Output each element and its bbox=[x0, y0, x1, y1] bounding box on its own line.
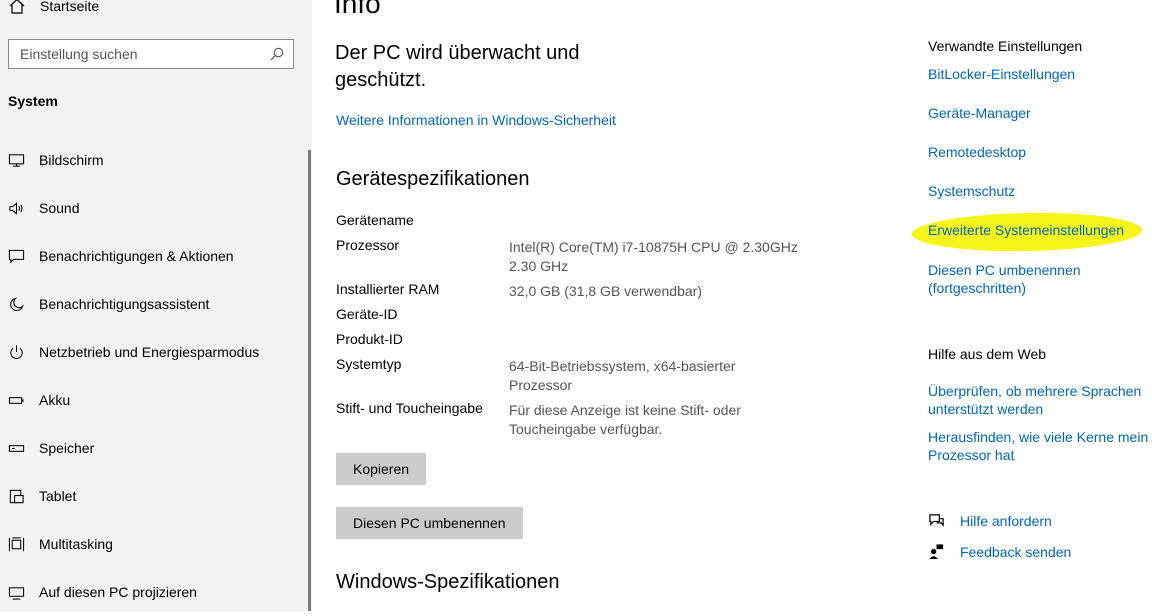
search-input[interactable] bbox=[9, 40, 269, 68]
sidebar-item-projizieren[interactable]: Auf diesen PC projizieren bbox=[0, 568, 310, 616]
feedback-link[interactable]: Feedback senden bbox=[960, 544, 1071, 560]
sidebar-item-label: Netzbetrieb und Energiesparmodus bbox=[39, 344, 260, 360]
sidebar-item-label: Auf diesen PC projizieren bbox=[39, 584, 197, 600]
settings-search-box[interactable] bbox=[8, 39, 294, 69]
sidebar-item-sound[interactable]: Sound bbox=[0, 184, 310, 232]
battery-icon bbox=[7, 391, 25, 409]
spec-value: 32,0 GB (31,8 GB verwendbar) bbox=[509, 283, 702, 299]
sidebar-item-tablet[interactable]: Tablet bbox=[0, 472, 310, 520]
spec-label: Installierter RAM bbox=[336, 281, 440, 297]
sidebar-item-benachrichtigungsassistent[interactable]: Benachrichtigungsassistent bbox=[0, 280, 310, 328]
speaker-icon bbox=[7, 199, 25, 217]
spec-label: Gerätename bbox=[336, 212, 414, 228]
sidebar-item-speicher[interactable]: Speicher bbox=[0, 424, 310, 472]
get-help-row[interactable]: Hilfe anfordern bbox=[928, 512, 1052, 529]
home-icon bbox=[9, 0, 25, 14]
sidebar-section-title: System bbox=[8, 93, 58, 109]
spec-label: Prozessor bbox=[336, 237, 400, 253]
multitasking-icon bbox=[7, 535, 25, 553]
web-help-heading: Hilfe aus dem Web bbox=[928, 346, 1047, 362]
spec-value: Für diese Anzeige ist keine Stift- oder … bbox=[509, 402, 741, 437]
monitor-icon bbox=[7, 151, 25, 169]
home-nav-item[interactable]: Startseite bbox=[8, 0, 99, 18]
windows-security-link[interactable]: Weitere Informationen in Windows-Sicherh… bbox=[336, 112, 616, 128]
rename-pc-advanced-link[interactable]: Diesen PC umbenennen (fortgeschritten) bbox=[928, 261, 1088, 297]
check-languages-link[interactable]: Überprüfen, ob mehrere Sprachen unterstü… bbox=[928, 382, 1148, 418]
sidebar: Startseite System Bildschirm Sound Benac… bbox=[0, 0, 312, 611]
home-label: Startseite bbox=[40, 0, 100, 14]
main-content: Info Der PC wird überwacht und geschützt… bbox=[312, 0, 892, 611]
rename-pc-button[interactable]: Diesen PC umbenennen bbox=[336, 507, 523, 539]
find-cores-link[interactable]: Herausfinden, wie viele Kerne mein Proze… bbox=[928, 428, 1152, 464]
sidebar-item-multitasking[interactable]: Multitasking bbox=[0, 520, 310, 568]
sidebar-item-benachrichtigungen[interactable]: Benachrichtigungen & Aktionen bbox=[0, 232, 310, 280]
bitlocker-settings-link[interactable]: BitLocker-Einstellungen bbox=[928, 65, 1150, 83]
help-chat-icon bbox=[929, 514, 944, 527]
page-title: Info bbox=[334, 0, 381, 19]
moon-icon bbox=[7, 295, 25, 313]
spec-value: Intel(R) Core(TM) i7-10875H CPU @ 2.30GH… bbox=[509, 239, 798, 274]
advanced-system-settings-link[interactable]: Erweiterte Systemeinstellungen bbox=[928, 221, 1150, 239]
sidebar-scrollbar[interactable] bbox=[308, 150, 311, 611]
spec-value: 64-Bit-Betriebssystem, x64-basierter Pro… bbox=[509, 358, 736, 393]
search-icon[interactable] bbox=[269, 46, 285, 62]
sidebar-item-akku[interactable]: Akku bbox=[0, 376, 310, 424]
project-icon bbox=[7, 583, 25, 601]
windows-specs-heading: Windows-Spezifikationen bbox=[336, 571, 560, 593]
related-settings-panel: Verwandte Einstellungen BitLocker-Einste… bbox=[911, 0, 1152, 611]
storage-icon bbox=[7, 439, 25, 457]
system-protection-link[interactable]: Systemschutz bbox=[928, 182, 1150, 200]
sidebar-item-bildschirm[interactable]: Bildschirm bbox=[0, 136, 310, 184]
spec-label: Geräte-ID bbox=[336, 306, 398, 322]
sidebar-item-label: Tablet bbox=[39, 488, 77, 504]
power-icon bbox=[7, 343, 25, 361]
sidebar-item-label: Sound bbox=[39, 200, 80, 216]
sidebar-nav-list: Bildschirm Sound Benachrichtigungen & Ak… bbox=[0, 136, 310, 616]
feedback-icon bbox=[929, 544, 944, 560]
protection-status-text: Der PC wird überwacht und geschützt. bbox=[335, 42, 580, 91]
spec-label: Systemtyp bbox=[336, 356, 402, 372]
remote-desktop-link[interactable]: Remotedesktop bbox=[928, 143, 1150, 161]
device-specs-heading: Gerätespezifikationen bbox=[336, 168, 530, 190]
get-help-link[interactable]: Hilfe anfordern bbox=[960, 513, 1052, 529]
sidebar-item-label: Bildschirm bbox=[39, 152, 104, 168]
sidebar-item-label: Akku bbox=[39, 392, 71, 408]
notification-icon bbox=[7, 247, 25, 265]
sidebar-item-netzbetrieb[interactable]: Netzbetrieb und Energiesparmodus bbox=[0, 328, 310, 376]
feedback-row[interactable]: Feedback senden bbox=[928, 543, 1071, 560]
sidebar-item-label: Speicher bbox=[39, 440, 95, 456]
tablet-icon bbox=[7, 487, 25, 505]
device-manager-link[interactable]: Geräte-Manager bbox=[928, 104, 1150, 122]
sidebar-item-label: Benachrichtigungen & Aktionen bbox=[39, 248, 234, 264]
copy-button[interactable]: Kopieren bbox=[336, 453, 427, 485]
related-settings-heading: Verwandte Einstellungen bbox=[928, 38, 1083, 54]
sidebar-item-label: Benachrichtigungsassistent bbox=[39, 296, 210, 312]
spec-label: Produkt-ID bbox=[336, 331, 403, 347]
spec-label: Stift- und Toucheingabe bbox=[336, 400, 483, 416]
sidebar-item-label: Multitasking bbox=[39, 536, 113, 552]
